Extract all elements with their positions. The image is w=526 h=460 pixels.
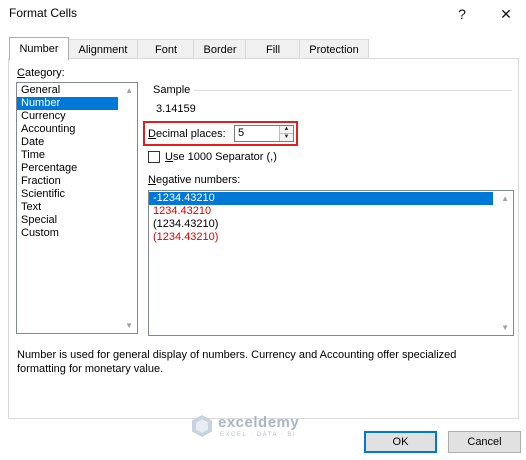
help-icon: ?	[458, 6, 466, 22]
tab-alignment[interactable]: Alignment	[67, 39, 139, 59]
scroll-up-icon[interactable]: ▲	[125, 86, 133, 95]
stepper-up-icon[interactable]: ▲	[279, 126, 293, 133]
help-button[interactable]: ?	[446, 1, 478, 27]
title-bar: Format Cells ? ✕	[0, 0, 526, 28]
category-item-date[interactable]: Date	[17, 136, 137, 149]
category-item-accounting[interactable]: Accounting	[17, 123, 137, 136]
category-label: Category:	[17, 67, 65, 79]
category-item-time[interactable]: Time	[17, 149, 137, 162]
format-cells-dialog: Format Cells ? ✕ Number Alignment Font B…	[0, 0, 526, 460]
category-item-percentage[interactable]: Percentage	[17, 162, 137, 175]
exceldemy-logo-icon	[192, 415, 212, 437]
watermark-tagline: EXCEL · DATA · BI	[220, 432, 297, 438]
sample-value: 3.14159	[156, 103, 196, 115]
category-item-custom[interactable]: Custom	[17, 227, 137, 240]
ok-button[interactable]: OK	[364, 431, 437, 453]
category-item-special[interactable]: Special	[17, 214, 137, 227]
thousand-separator-label[interactable]: Use 1000 Separator (,)	[165, 151, 277, 163]
close-icon: ✕	[500, 5, 512, 22]
stepper-down-icon[interactable]: ▼	[279, 133, 293, 141]
close-button[interactable]: ✕	[490, 1, 522, 27]
watermark-name: exceldemy	[218, 414, 300, 431]
dialog-title: Format Cells	[9, 6, 78, 20]
category-item-text[interactable]: Text	[17, 201, 137, 214]
scroll-up-icon[interactable]: ▲	[501, 194, 509, 203]
category-scrollbar[interactable]: ▲ ▼	[121, 83, 137, 333]
negative-numbers-label: Negative numbers:	[148, 174, 241, 186]
tab-border[interactable]: Border	[193, 39, 247, 59]
category-item-general[interactable]: General	[17, 84, 137, 97]
category-item-currency[interactable]: Currency	[17, 110, 137, 123]
category-list[interactable]: General Number Currency Accounting Date …	[16, 82, 138, 334]
format-description: Number is used for general display of nu…	[17, 349, 457, 375]
tab-font[interactable]: Font	[137, 39, 195, 59]
stepper-buttons: ▲ ▼	[279, 126, 293, 141]
negative-item-1[interactable]: -1234.43210	[149, 192, 493, 205]
negative-item-4[interactable]: (1234.43210)	[149, 231, 493, 244]
decimal-places-label: Decimal places:	[148, 128, 226, 140]
thousand-separator-checkbox[interactable]	[148, 151, 160, 163]
decimal-places-value[interactable]: 5	[238, 127, 244, 139]
decimal-places-stepper[interactable]: 5 ▲ ▼	[234, 125, 294, 142]
sample-group-line	[194, 90, 512, 91]
negative-item-3[interactable]: (1234.43210)	[149, 218, 493, 231]
cancel-button[interactable]: Cancel	[448, 431, 521, 453]
category-item-fraction[interactable]: Fraction	[17, 175, 137, 188]
tab-fill[interactable]: Fill	[245, 39, 301, 59]
scroll-down-icon[interactable]: ▼	[125, 321, 133, 330]
negative-numbers-scrollbar[interactable]: ▲ ▼	[497, 191, 513, 335]
tab-protection[interactable]: Protection	[299, 39, 369, 59]
category-item-number[interactable]: Number	[17, 97, 118, 110]
sample-label: Sample	[153, 84, 191, 96]
negative-item-2[interactable]: 1234.43210	[149, 205, 493, 218]
tab-number[interactable]: Number	[9, 37, 69, 60]
category-item-scientific[interactable]: Scientific	[17, 188, 137, 201]
negative-numbers-list[interactable]: -1234.43210 1234.43210 (1234.43210) (123…	[148, 190, 514, 336]
scroll-down-icon[interactable]: ▼	[501, 323, 509, 332]
